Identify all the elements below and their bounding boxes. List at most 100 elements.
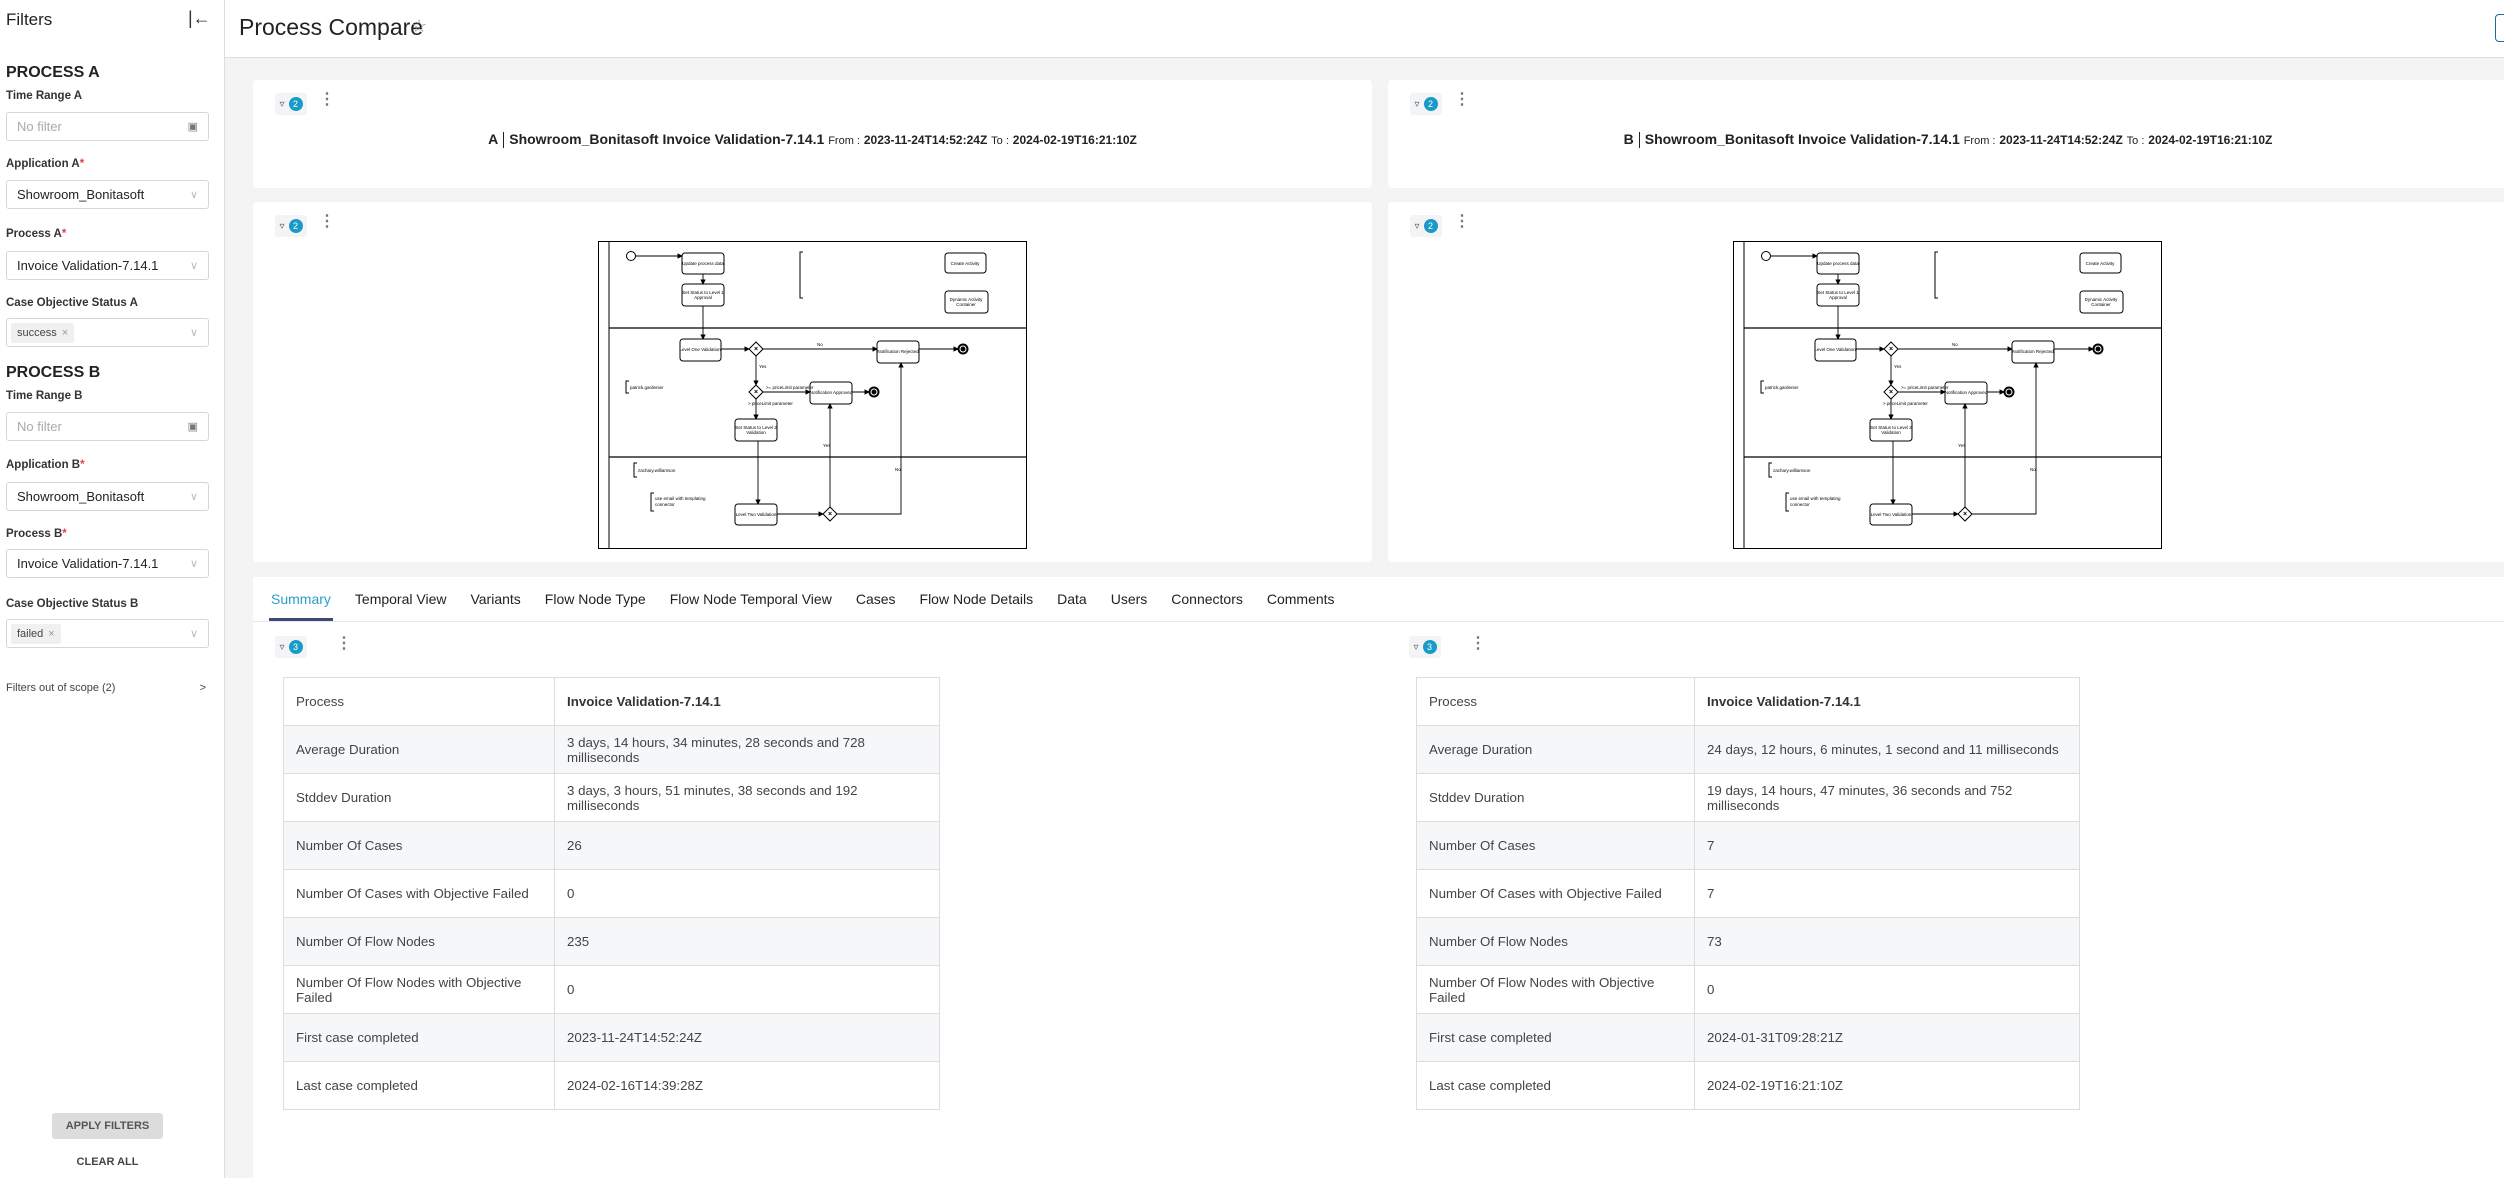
apply-filters-button[interactable]: APPLY FILTERS: [52, 1113, 163, 1139]
tab-flow-node-temporal-view[interactable]: Flow Node Temporal View: [670, 577, 832, 621]
application-b-value: Showroom_Bonitasoft: [17, 489, 145, 504]
chevron-down-icon: ∨: [189, 558, 198, 570]
tab-users[interactable]: Users: [1111, 577, 1148, 621]
required-mark: *: [62, 528, 67, 540]
summary-table-a: Process Invoice Validation-7.14.1 Average …: [283, 677, 940, 1110]
to-label: To :: [991, 135, 1009, 147]
table-row: Stddev Duration 19 days, 14 hours, 47 min…: [1416, 773, 2080, 822]
row-label: Number Of Flow Nodes with Objective Fail…: [283, 965, 555, 1014]
task-label: Level Two Validation: [736, 512, 777, 517]
table-row: Number Of Cases with Objective Failed 0: [283, 869, 940, 918]
chevron-down-icon: ∨: [189, 189, 198, 201]
chevron-right-icon: >: [199, 682, 206, 694]
filter-chip[interactable]: ▿ 2: [275, 93, 307, 115]
filter-icon: ▿: [279, 220, 285, 232]
svg-text:×: ×: [754, 389, 758, 396]
filters-title: Filters: [6, 10, 53, 29]
filter-chip[interactable]: ▿ 3: [1409, 636, 1441, 658]
row-label: Average Duration: [283, 725, 555, 774]
more-options-icon[interactable]: ⋮: [1454, 92, 1470, 108]
task-label: Create Activity: [951, 261, 981, 266]
remove-tag-icon[interactable]: ×: [48, 628, 54, 640]
chevron-down-icon: ∨: [189, 628, 198, 640]
task-label: Update process data: [1817, 261, 1859, 266]
row-value: 7: [1694, 821, 2080, 870]
task-label: Notification Rejected: [877, 349, 919, 354]
row-value: 24 days, 12 hours, 6 minutes, 1 second a…: [1694, 725, 2080, 774]
application-a-value: Showroom_Bonitasoft: [17, 187, 145, 202]
tab-bar: Summary Temporal View Variants Flow Node Ty…: [269, 577, 1335, 621]
time-range-a-input[interactable]: No filter ▣: [6, 112, 209, 141]
table-row: First case completed 2024-01-31T09:28:21Z: [1416, 1013, 2080, 1062]
filter-chip[interactable]: ▿ 2: [1410, 215, 1442, 237]
tab-cases[interactable]: Cases: [856, 577, 896, 621]
status-a-label: Case Objective Status A: [6, 297, 138, 309]
header-action-button[interactable]: [2495, 14, 2504, 42]
filter-chip[interactable]: ▿ 2: [275, 215, 307, 237]
status-tag-failed: failed ×: [11, 623, 61, 644]
process-a-label-text: Process A: [6, 228, 62, 240]
filter-count-badge: 2: [1423, 97, 1438, 111]
svg-text:×: ×: [1889, 389, 1893, 396]
tab-flow-node-type[interactable]: Flow Node Type: [545, 577, 646, 621]
tab-variants[interactable]: Variants: [470, 577, 520, 621]
process-b-select[interactable]: Invoice Validation-7.14.1 ∨: [6, 549, 209, 578]
filter-chip[interactable]: ▿ 3: [275, 636, 307, 658]
star-icon[interactable]: ☆: [411, 16, 427, 37]
required-mark: *: [61, 228, 67, 240]
status-tag-success: success ×: [11, 322, 75, 343]
table-row: Process Invoice Validation-7.14.1: [283, 677, 940, 726]
table-row: Number Of Flow Nodes 73: [1416, 917, 2080, 966]
row-label: Number Of Flow Nodes with Objective Fail…: [1416, 965, 1695, 1014]
bpmn-diagram: × × × Update process data Set Status to …: [598, 241, 1027, 549]
time-range-b-input[interactable]: No filter ▣: [6, 412, 209, 441]
row-value: 7: [1694, 869, 2080, 918]
tab-flow-node-details[interactable]: Flow Node Details: [920, 577, 1034, 621]
process-a-heading: PROCESS A: [6, 64, 100, 81]
row-value: 3 days, 3 hours, 51 minutes, 38 seconds …: [554, 773, 940, 822]
process-b-title-card: ▿ 2 ⋮ B Showroom_Bonitasoft Invoice Valida…: [1388, 80, 2504, 188]
filter-count-badge: 3: [1422, 640, 1437, 654]
tab-connectors[interactable]: Connectors: [1171, 577, 1243, 621]
calendar-icon: ▣: [187, 121, 198, 133]
tab-temporal-view[interactable]: Temporal View: [355, 577, 447, 621]
flow-label: No: [895, 467, 901, 472]
start-event: [626, 251, 636, 261]
table-row: Stddev Duration 3 days, 3 hours, 51 minut…: [283, 773, 940, 822]
task-label: Container: [2091, 302, 2111, 307]
more-options-icon[interactable]: ⋮: [319, 214, 335, 230]
from-date: 2023-11-24T14:52:24Z: [1999, 133, 2123, 147]
process-a-select[interactable]: Invoice Validation-7.14.1 ∨: [6, 251, 209, 280]
row-label: Number Of Cases: [1416, 821, 1695, 870]
time-range-a-label: Time Range A: [6, 90, 83, 102]
process-a-diagram-card: ▿ 2 ⋮ × × × Update process data Set Statu…: [253, 202, 1372, 562]
more-options-icon[interactable]: ⋮: [336, 636, 352, 652]
table-row: Last case completed 2024-02-19T16:21:10Z: [1416, 1061, 2080, 1110]
table-row: Last case completed 2024-02-16T14:39:28Z: [283, 1061, 940, 1110]
remove-tag-icon[interactable]: ×: [62, 327, 68, 339]
clear-all-button[interactable]: CLEAR ALL: [52, 1156, 163, 1168]
tab-comments[interactable]: Comments: [1267, 577, 1335, 621]
svg-text:×: ×: [1889, 346, 1893, 353]
from-label: From :: [828, 135, 860, 147]
table-row: Number Of Flow Nodes with Objective Fail…: [283, 965, 940, 1014]
tab-data[interactable]: Data: [1057, 577, 1087, 621]
tab-summary[interactable]: Summary: [269, 577, 333, 621]
more-options-icon[interactable]: ⋮: [1470, 636, 1486, 652]
filters-out-of-scope[interactable]: Filters out of scope (2) >: [6, 682, 206, 694]
application-a-select[interactable]: Showroom_Bonitasoft ∨: [6, 180, 209, 209]
svg-text:×: ×: [828, 511, 832, 518]
more-options-icon[interactable]: ⋮: [319, 92, 335, 108]
application-b-select[interactable]: Showroom_Bonitasoft ∨: [6, 482, 209, 511]
filter-chip[interactable]: ▿ 2: [1410, 93, 1442, 115]
status-b-select[interactable]: failed × ∨: [6, 619, 209, 648]
collapse-left-icon[interactable]: |←: [188, 8, 211, 29]
filter-icon: ▿: [1414, 98, 1420, 110]
row-value: 2024-02-19T16:21:10Z: [1694, 1061, 2080, 1110]
status-a-select[interactable]: success × ∨: [6, 318, 209, 347]
flow-label: No: [1952, 342, 1958, 347]
row-value: 0: [1694, 965, 2080, 1014]
chevron-down-icon: ∨: [189, 260, 198, 272]
more-options-icon[interactable]: ⋮: [1454, 214, 1470, 230]
row-value: 2024-01-31T09:28:21Z: [1694, 1013, 2080, 1062]
